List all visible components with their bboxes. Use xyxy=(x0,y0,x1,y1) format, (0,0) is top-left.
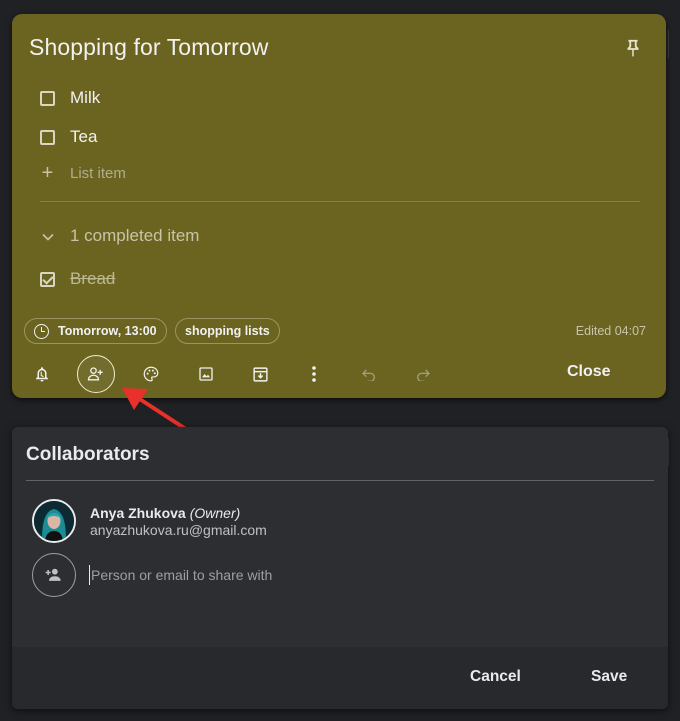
edited-timestamp: Edited 04:07 xyxy=(575,324,646,338)
owner-email: anyazhukova.ru@gmail.com xyxy=(90,522,267,538)
add-list-item[interactable]: + List item xyxy=(40,162,126,184)
completed-count-label: 1 completed item xyxy=(70,226,200,245)
background-card-edge xyxy=(668,438,680,466)
collaborators-dialog: Collaborators Anya Zhukova (Owner) anyazh… xyxy=(12,427,668,709)
chevron-down-icon xyxy=(40,229,55,244)
clock-icon xyxy=(34,323,49,339)
checkbox[interactable] xyxy=(40,129,55,145)
undo-icon[interactable] xyxy=(357,362,381,386)
note-title[interactable]: Shopping for Tomorrow xyxy=(29,34,268,61)
reminder-chip-label: Tomorrow, 13:00 xyxy=(58,324,157,338)
redo-icon[interactable] xyxy=(411,362,435,386)
pin-icon[interactable] xyxy=(622,38,644,60)
divider xyxy=(40,201,640,202)
label-chip[interactable]: shopping lists xyxy=(175,318,280,344)
list-item-text[interactable]: Tea xyxy=(70,127,97,147)
divider xyxy=(26,480,654,481)
owner-name: Anya Zhukova (Owner) xyxy=(90,505,240,521)
owner-avatar xyxy=(32,499,76,543)
plus-icon: + xyxy=(41,162,54,184)
more-icon[interactable] xyxy=(302,362,326,386)
add-list-item-placeholder[interactable]: List item xyxy=(70,165,126,182)
add-person-icon xyxy=(32,553,76,597)
cancel-button[interactable]: Cancel xyxy=(470,668,521,686)
close-button[interactable]: Close xyxy=(567,363,611,381)
collaborator-icon[interactable] xyxy=(84,362,108,386)
label-chip-label: shopping lists xyxy=(185,324,270,338)
dialog-title: Collaborators xyxy=(26,444,150,465)
archive-icon[interactable] xyxy=(248,362,272,386)
list-item: Tea xyxy=(40,127,97,147)
checkbox-checked[interactable] xyxy=(40,271,55,287)
list-item-text[interactable]: Bread xyxy=(70,269,115,289)
completed-list-item: Bread xyxy=(40,269,115,289)
dialog-footer xyxy=(12,647,668,709)
list-item: Milk xyxy=(40,88,100,108)
reminder-chip[interactable]: Tomorrow, 13:00 xyxy=(24,318,167,344)
background-card-edge xyxy=(668,30,680,58)
note-card: Shopping for Tomorrow Milk Tea + List it… xyxy=(12,14,666,398)
remind-me-icon[interactable] xyxy=(30,362,54,386)
share-email-input[interactable] xyxy=(89,565,539,585)
completed-toggle[interactable]: 1 completed item xyxy=(40,226,199,246)
owner-name-text: Anya Zhukova xyxy=(90,505,186,521)
checkbox[interactable] xyxy=(40,90,55,106)
list-item-text[interactable]: Milk xyxy=(70,88,100,108)
owner-role: (Owner) xyxy=(189,505,241,521)
save-button[interactable]: Save xyxy=(591,668,627,686)
